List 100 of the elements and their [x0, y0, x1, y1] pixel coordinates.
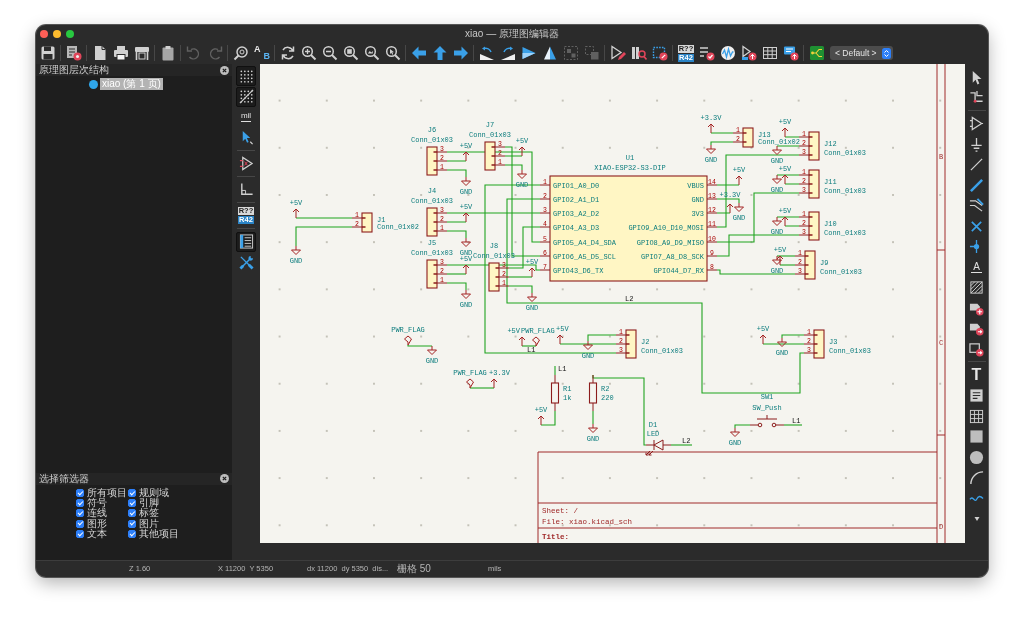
checkbox[interactable]	[76, 488, 84, 497]
undo-icon	[186, 45, 202, 61]
zoom-fit-icon	[343, 45, 359, 61]
checkbox[interactable]	[76, 499, 84, 508]
zoom-out-button[interactable]	[320, 43, 340, 63]
window-minimize-button[interactable]	[53, 29, 61, 38]
square-icon	[969, 429, 984, 444]
card-upload-icon	[783, 45, 799, 61]
search-icon	[233, 45, 249, 61]
preset-dropdown[interactable]: < Default >	[830, 46, 893, 60]
op-amp-pins-icon	[238, 156, 254, 171]
text-button[interactable]: T	[966, 365, 987, 385]
books-magnifier-icon	[631, 45, 647, 61]
find-button[interactable]	[231, 43, 251, 63]
checkbox[interactable]	[76, 529, 84, 538]
replace-button[interactable]: A B	[252, 43, 272, 63]
list-panel-icon	[238, 234, 254, 249]
window-title: xiao — 原理图编辑器	[465, 27, 559, 40]
pcb-button[interactable]	[807, 43, 827, 63]
square-arrow-icon	[969, 341, 984, 357]
checkbox[interactable]	[76, 509, 84, 518]
text-box-icon	[969, 388, 984, 403]
right-angle-icon	[238, 182, 254, 197]
checkbox-label: 图形	[87, 518, 107, 529]
window-close-button[interactable]	[40, 29, 48, 38]
units-button[interactable]: mil	[236, 107, 256, 127]
label-button[interactable]: A	[966, 257, 987, 277]
triangle-upload-icon	[741, 45, 757, 61]
checkbox[interactable]	[128, 519, 136, 528]
group-icon	[563, 45, 579, 61]
op-amp-icon	[969, 116, 984, 131]
symbol-editor-button[interactable]	[608, 43, 628, 63]
hierarchy-button[interactable]	[236, 231, 256, 252]
panel-title: 选择筛选器	[39, 472, 89, 485]
simulator-button[interactable]	[718, 43, 738, 63]
connector-icon	[803, 329, 825, 359]
window-zoom-button[interactable]	[66, 29, 74, 38]
redo-icon	[207, 45, 223, 61]
up-arrow-icon	[432, 45, 448, 61]
thick-line-icon	[969, 177, 984, 193]
mirror-triangle-icon	[542, 45, 558, 61]
grid-overrides-button[interactable]	[236, 86, 256, 107]
dot-grid-slash-icon	[238, 89, 254, 104]
power-arrow-icon	[707, 123, 715, 134]
checklist-icon	[699, 45, 715, 61]
zoom-in-icon	[301, 45, 317, 61]
right-arrow-icon	[453, 45, 469, 61]
rotate-left-icon	[479, 45, 495, 61]
grid-button[interactable]	[236, 66, 256, 86]
zoom-selection-icon	[385, 45, 401, 61]
page-badge-icon	[66, 45, 82, 61]
refresh-icon	[280, 45, 296, 61]
checkbox[interactable]	[76, 519, 84, 528]
zoom-in-button[interactable]	[299, 43, 319, 63]
left-arrow-icon	[411, 45, 427, 61]
checkbox[interactable]	[128, 509, 136, 518]
dot-grid-icon	[238, 68, 254, 84]
printer-icon	[113, 45, 129, 61]
sheet-dot-icon	[89, 79, 98, 89]
caret-icon	[972, 514, 981, 523]
label-arrow-icon	[969, 321, 984, 336]
checkbox-label: 引脚	[139, 498, 159, 509]
zoom-fit-button[interactable]	[341, 43, 361, 63]
lines-dot-icon	[969, 90, 984, 105]
ungroup-icon	[584, 45, 600, 61]
arc-icon	[969, 470, 984, 485]
print-button[interactable]	[111, 43, 131, 63]
close-icon[interactable]	[220, 65, 229, 75]
checkbox-label: 其他项目	[139, 528, 179, 539]
checkbox-label: 所有项目	[87, 487, 127, 498]
checkbox-label: 文本	[87, 528, 107, 539]
close-icon[interactable]	[220, 474, 229, 484]
dashed-square-badge-icon	[652, 45, 668, 61]
zoom-out-icon	[322, 45, 338, 61]
plotter-icon	[134, 45, 150, 61]
mirror-triangle-icon	[521, 45, 537, 61]
checkbox-label: 连线	[87, 508, 107, 519]
checkbox[interactable]	[128, 488, 136, 497]
checkbox-label: 符号	[87, 498, 107, 509]
zoom-selection-button[interactable]	[383, 43, 403, 63]
ground-icon	[969, 136, 984, 152]
cross-icon	[969, 218, 984, 234]
checkbox-label: 规则域	[139, 487, 169, 498]
hatched-square-icon	[969, 280, 984, 295]
clipboard-icon	[160, 45, 176, 61]
grid-size: 栅格 50	[397, 563, 431, 575]
panel-title: 原理图层次结构	[39, 64, 109, 76]
checkbox-label: 标签	[139, 508, 159, 519]
table-icon	[762, 45, 778, 61]
page-icon	[92, 45, 108, 61]
waveform-icon	[720, 45, 736, 61]
checkbox[interactable]	[128, 499, 136, 508]
line-icon	[969, 157, 984, 172]
checkbox[interactable]	[128, 529, 136, 538]
checkbox-label: 图片	[139, 518, 159, 529]
setup-button[interactable]	[64, 43, 84, 63]
zoom-objects-button[interactable]	[362, 43, 382, 63]
triangle-pencil-icon	[610, 45, 626, 61]
table-icon	[969, 408, 984, 424]
bom-button[interactable]	[739, 43, 759, 63]
